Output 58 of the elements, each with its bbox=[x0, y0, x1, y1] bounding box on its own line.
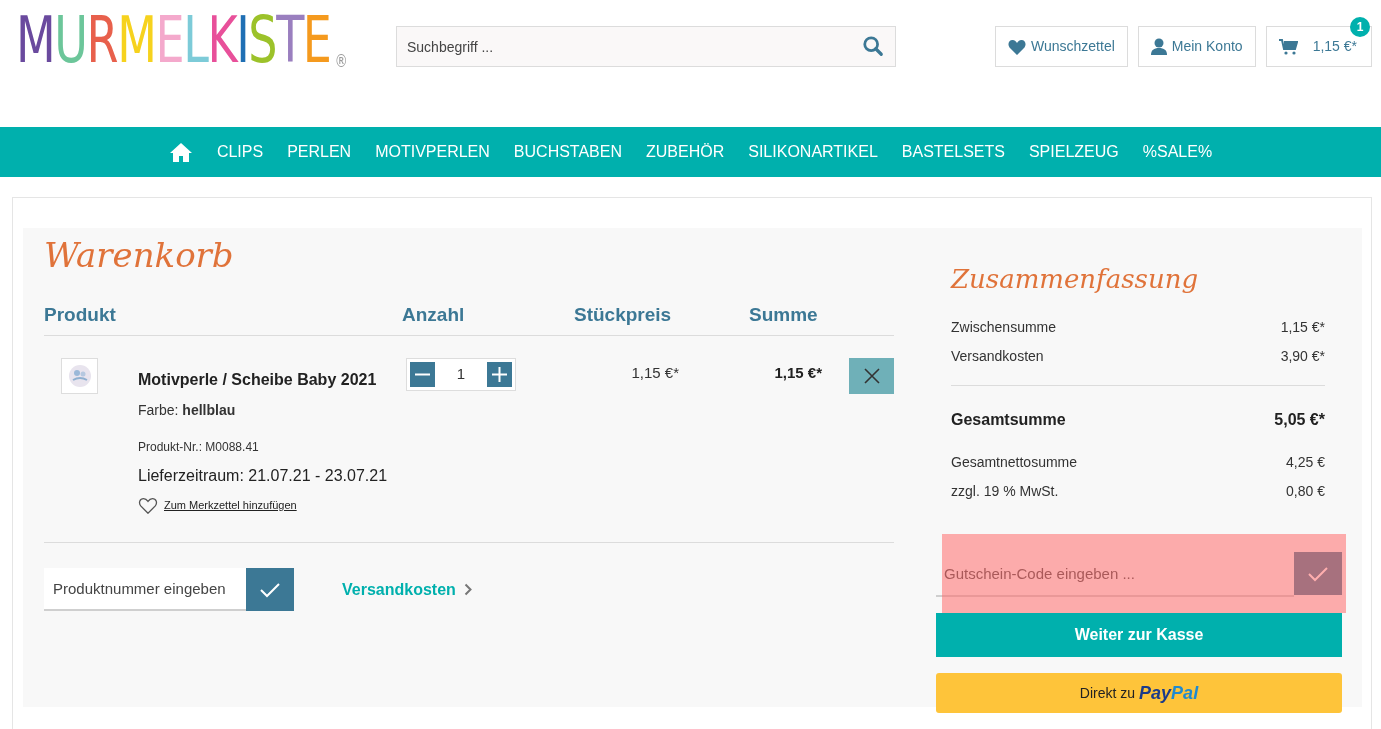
summary-value: 5,05 €* bbox=[1274, 410, 1325, 430]
nav-link[interactable]: CLIPS bbox=[216, 140, 264, 164]
shipping-costs-link[interactable]: Versandkosten bbox=[342, 577, 472, 602]
summary-label: Zwischensumme bbox=[951, 318, 1057, 337]
nav-link[interactable]: PERLEN bbox=[287, 140, 352, 164]
summary-label: Gesamtnettosumme bbox=[951, 453, 1078, 472]
wishlist-button[interactable]: Wunschzettel bbox=[995, 26, 1128, 67]
product-number: Produkt-Nr.: M0088.41 bbox=[138, 439, 260, 456]
summary-label: Versandkosten bbox=[951, 347, 1044, 366]
product-number-field[interactable]: Produktnummer eingeben bbox=[44, 568, 246, 611]
voucher-field[interactable]: Gutschein-Code eingeben ... bbox=[936, 551, 1294, 597]
account-button[interactable]: Mein Konto bbox=[1137, 26, 1256, 67]
add-to-wishlist-link[interactable]: Zum Merkzettel hinzufügen bbox=[164, 497, 297, 514]
check-icon bbox=[1307, 565, 1329, 582]
submit-button[interactable] bbox=[246, 568, 294, 611]
heart-icon[interactable] bbox=[138, 497, 158, 514]
product-thumbnail[interactable] bbox=[61, 358, 98, 394]
summary-value: 1,15 €* bbox=[1280, 318, 1325, 337]
column-header: Summe bbox=[749, 303, 818, 327]
checkout-button[interactable]: Weiter zur Kasse bbox=[936, 613, 1342, 657]
nav-link[interactable]: BUCHSTABEN bbox=[513, 140, 622, 164]
close-icon bbox=[863, 368, 880, 384]
quantity-stepper[interactable]: 1 bbox=[406, 358, 516, 391]
nav-link[interactable]: ZUBEHÖR bbox=[646, 140, 725, 164]
nav-link[interactable]: %SALE% bbox=[1142, 140, 1213, 164]
summary-value: 4,25 € bbox=[1286, 453, 1325, 472]
remove-button[interactable] bbox=[849, 358, 894, 394]
page-title: Warenkorb bbox=[44, 234, 234, 277]
user-icon bbox=[1150, 38, 1167, 55]
column-header: Produkt bbox=[44, 303, 116, 327]
summary-value: 3,90 €* bbox=[1280, 347, 1325, 366]
delivery-period: Lieferzeitraum: 21.07.21 - 23.07.21 bbox=[138, 466, 388, 486]
summary-value: 0,80 € bbox=[1286, 482, 1325, 501]
cart-icon bbox=[1278, 38, 1298, 55]
column-header: Stückpreis bbox=[574, 303, 672, 327]
plus-icon[interactable] bbox=[487, 362, 512, 387]
chevron-right-icon bbox=[463, 583, 472, 596]
home-icon[interactable] bbox=[168, 141, 193, 163]
summary-label: Gesamtsumme bbox=[951, 410, 1066, 430]
paypal-button[interactable]: Direkt zu PayPal bbox=[936, 673, 1342, 713]
search-icon[interactable] bbox=[862, 35, 884, 57]
nav-link[interactable]: SPIELZEUG bbox=[1028, 140, 1119, 164]
unit-price: 1,15 €* bbox=[631, 363, 679, 383]
minus-icon[interactable] bbox=[410, 362, 435, 387]
summary-title: Zusammenfassung bbox=[951, 263, 1199, 296]
count-badge: 1 bbox=[1350, 17, 1370, 37]
product-attribute: Farbe: hellblau bbox=[138, 401, 237, 420]
logo[interactable]: MURMELKISTE® bbox=[16, 8, 347, 72]
heart-icon bbox=[1008, 38, 1026, 55]
search-field[interactable]: Suchbegriff ... bbox=[396, 26, 896, 67]
line-total: 1,15 €* bbox=[774, 363, 822, 383]
nav-link[interactable]: SILIKONARTIKEL bbox=[748, 140, 878, 164]
check-icon bbox=[259, 581, 281, 598]
nav-link[interactable]: BASTELSETS bbox=[901, 140, 1005, 164]
column-header: Anzahl bbox=[402, 303, 465, 327]
nav-link[interactable]: MOTIVPERLEN bbox=[375, 140, 490, 164]
summary-label: zzgl. 19 % MwSt. bbox=[951, 482, 1059, 501]
product-name[interactable]: Motivperle / Scheibe Baby 2021 bbox=[138, 368, 388, 392]
